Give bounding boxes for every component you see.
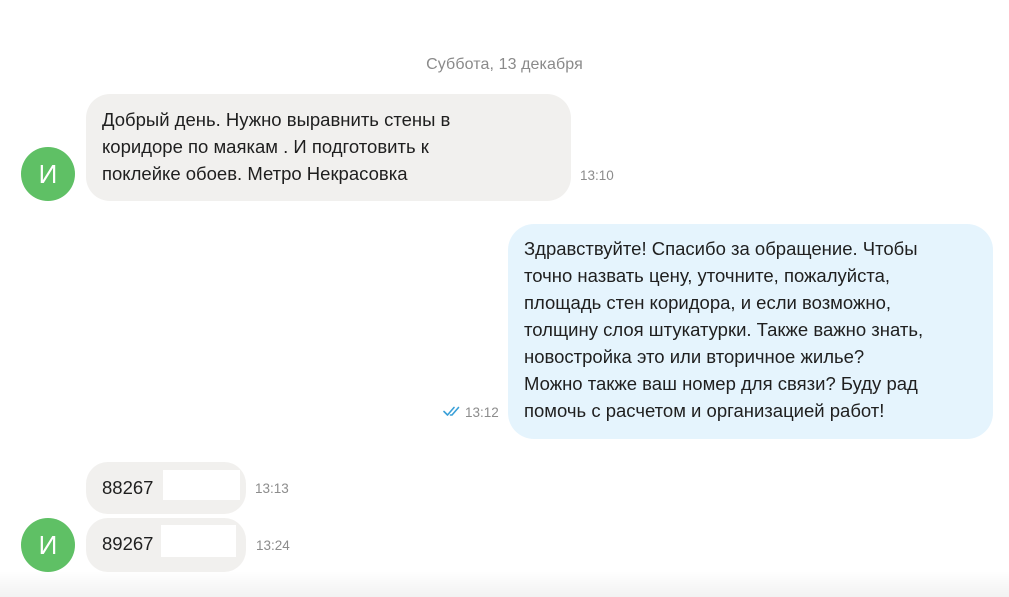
message-time: 13:24	[256, 538, 290, 553]
redaction-box	[163, 470, 240, 500]
double-check-icon	[443, 406, 460, 416]
incoming-message-bubble[interactable]: Добрый день. Нужно выравнить стены в кор…	[86, 94, 571, 201]
message-text-line: коридоре по маякам . И подготовить к	[102, 136, 429, 157]
message-time: 13:13	[255, 481, 289, 496]
redaction-box	[161, 525, 236, 557]
message-text-line: помочь с расчетом и организацией работ!	[524, 400, 885, 421]
avatar-letter: И	[38, 158, 58, 189]
message-text-line: Добрый день. Нужно выравнить стены в	[102, 109, 451, 130]
message-text-line: Можно также ваш номер для связи? Буду ра…	[524, 373, 918, 394]
message-text-line: точно назвать цену, уточните, пожалуйста…	[524, 265, 891, 286]
message-time: 13:12	[465, 405, 499, 420]
outgoing-message-bubble[interactable]: Здравствуйте! Спасибо за обращение. Чтоб…	[508, 224, 993, 439]
contact-avatar[interactable]: И	[21, 518, 75, 572]
message-text-line: площадь стен коридора, и если возможно,	[524, 292, 891, 313]
avatar-letter: И	[38, 529, 58, 560]
composer-shadow	[0, 571, 1009, 597]
message-text-line: новостройка это или вторичное жилье?	[524, 346, 865, 367]
date-separator: Суббота, 13 декабря	[426, 56, 583, 73]
message-text-line: поклейке обоев. Метро Некрасовка	[102, 163, 408, 184]
contact-avatar[interactable]: И	[21, 147, 75, 201]
message-time: 13:10	[580, 168, 614, 183]
message-text-line: Здравствуйте! Спасибо за обращение. Чтоб…	[524, 238, 918, 259]
message-text-line: толщину слоя штукатурки. Также важно зна…	[524, 319, 924, 340]
